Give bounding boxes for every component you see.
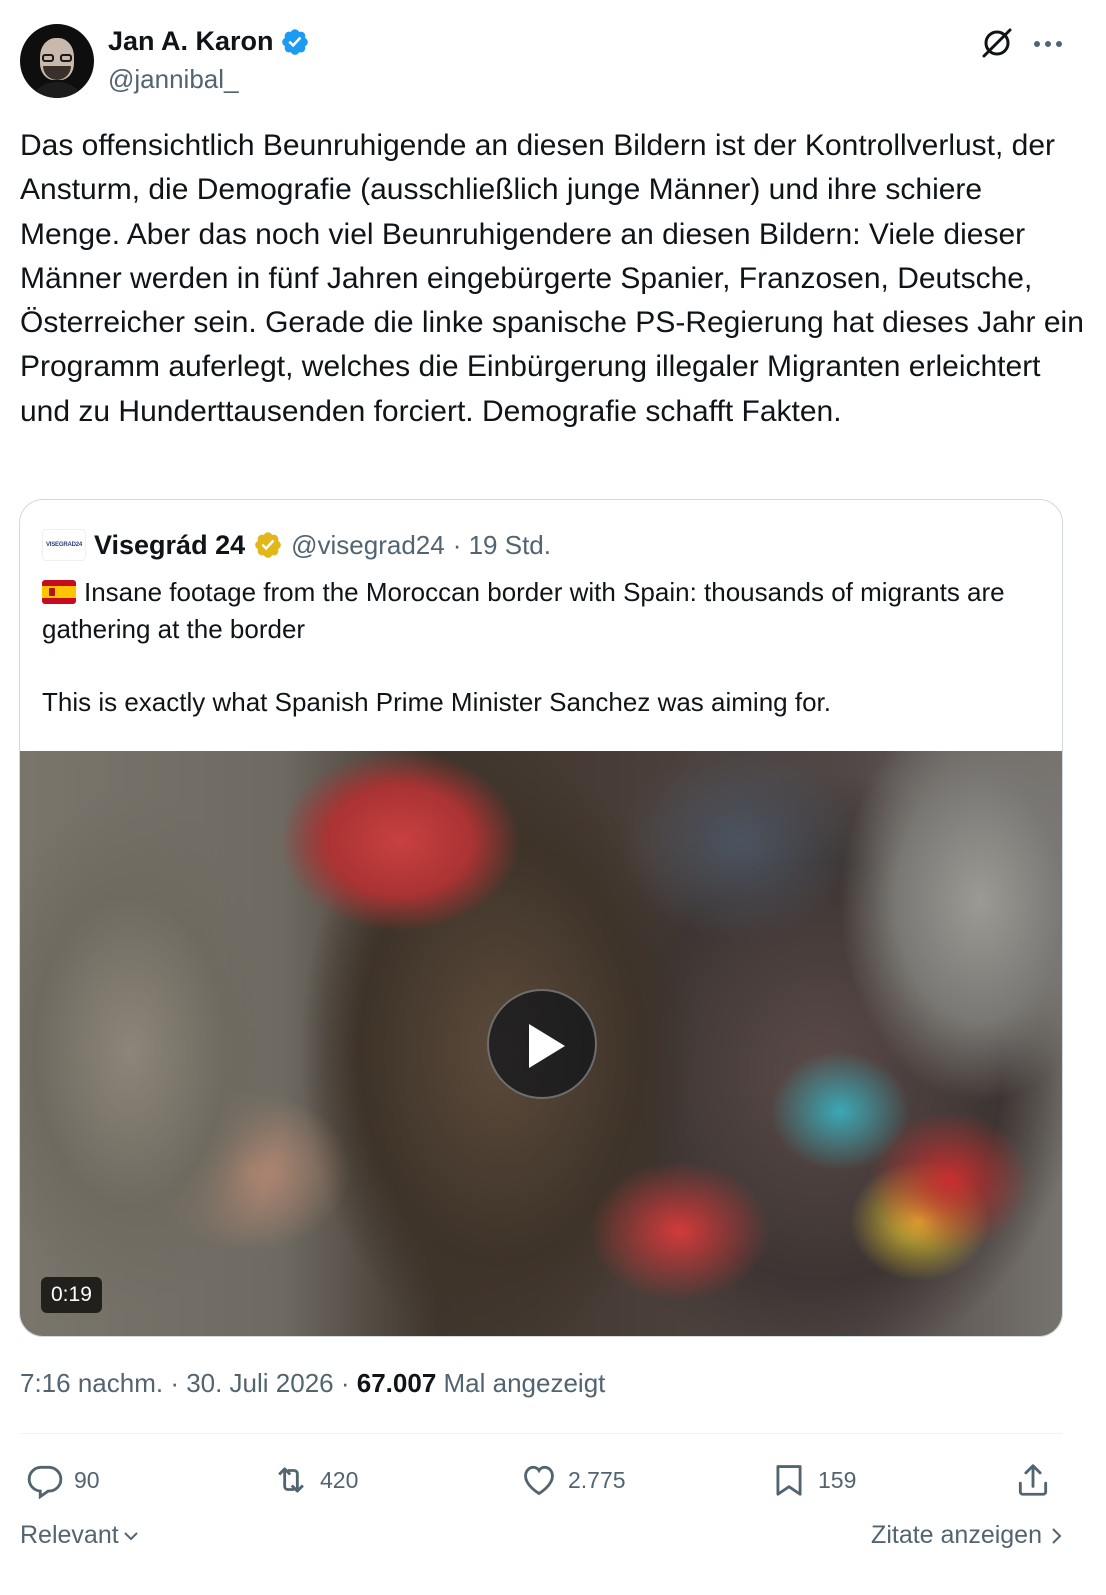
sort-label: Relevant: [20, 1521, 119, 1549]
chevron-down-icon: [123, 1531, 138, 1540]
reply-count: 90: [74, 1466, 100, 1493]
sort-relevant-button[interactable]: Relevant: [20, 1521, 141, 1550]
chevron-right-icon: [1052, 1527, 1062, 1544]
spain-flag-icon: [42, 580, 76, 604]
bookmark-button[interactable]: 159: [770, 1452, 856, 1508]
author-name[interactable]: Jan A. Karon: [108, 26, 274, 57]
divider: [20, 1433, 1062, 1434]
view-count: 67.007: [356, 1368, 437, 1398]
tweet-text: Das offensichtlich Beunruhigende an dies…: [20, 129, 1084, 428]
more-options-icon[interactable]: [1030, 30, 1066, 58]
author-handle[interactable]: @jannibal_: [108, 64, 238, 95]
quoted-tweet[interactable]: VISEGRAD24 Visegrád 24 @visegrad24 · 19 …: [19, 499, 1063, 1337]
tweet-header: Jan A. Karon @jannibal_: [20, 24, 1086, 100]
view-quotes-link[interactable]: Zitate anzeigen: [871, 1521, 1066, 1550]
play-icon: [529, 1024, 565, 1068]
quoted-author-handle[interactable]: @visegrad24: [291, 530, 445, 561]
quoted-tweet-text: Insane footage from the Moroccan border …: [42, 574, 1042, 720]
reply-icon: [27, 1465, 63, 1499]
heart-icon: [524, 1465, 554, 1496]
repost-button[interactable]: 420: [272, 1452, 358, 1508]
avatar[interactable]: [20, 24, 94, 98]
video-player[interactable]: 0:19: [20, 751, 1062, 1336]
play-button[interactable]: [487, 989, 597, 1099]
tweet-footer: Relevant Zitate anzeigen: [20, 1517, 1066, 1561]
gold-verified-badge-icon: [255, 532, 281, 558]
quoted-line-1: Insane footage from the Moroccan border …: [42, 577, 1005, 644]
tweet-timestamp[interactable]: 7:16 nachm. · 30. Juli 2026 ·: [20, 1368, 357, 1398]
like-count: 2.775: [568, 1466, 626, 1493]
grok-icon[interactable]: [980, 26, 1014, 60]
author-name-row[interactable]: Jan A. Karon: [108, 26, 310, 57]
bookmark-icon: [776, 1465, 802, 1496]
quoted-timestamp[interactable]: · 19 Std.: [453, 530, 551, 561]
reply-button[interactable]: 90: [26, 1452, 100, 1508]
share-icon: [1018, 1464, 1048, 1496]
quoted-avatar[interactable]: VISEGRAD24: [42, 529, 86, 561]
quoted-author-name[interactable]: Visegrád 24: [94, 530, 245, 561]
repost-count: 420: [320, 1466, 359, 1493]
avatar-glasses: [42, 54, 72, 62]
repost-icon: [278, 1467, 304, 1493]
like-button[interactable]: 2.775: [520, 1452, 626, 1508]
bookmark-count: 159: [818, 1466, 857, 1493]
video-duration: 0:19: [41, 1277, 102, 1313]
verified-badge-icon: [281, 28, 308, 55]
view-quotes-label: Zitate anzeigen: [871, 1521, 1042, 1549]
action-bar: 90 420 2.775 159: [20, 1452, 1066, 1508]
tweet-meta: 7:16 nachm. · 30. Juli 2026 · 67.007 Mal…: [20, 1368, 605, 1399]
avatar-shirt: [28, 82, 86, 98]
share-button[interactable]: [1014, 1452, 1052, 1508]
quoted-tweet-header: VISEGRAD24 Visegrád 24 @visegrad24 · 19 …: [42, 528, 551, 562]
quoted-line-2: This is exactly what Spanish Prime Minis…: [42, 686, 831, 717]
views-label: Mal angezeigt: [436, 1368, 606, 1398]
